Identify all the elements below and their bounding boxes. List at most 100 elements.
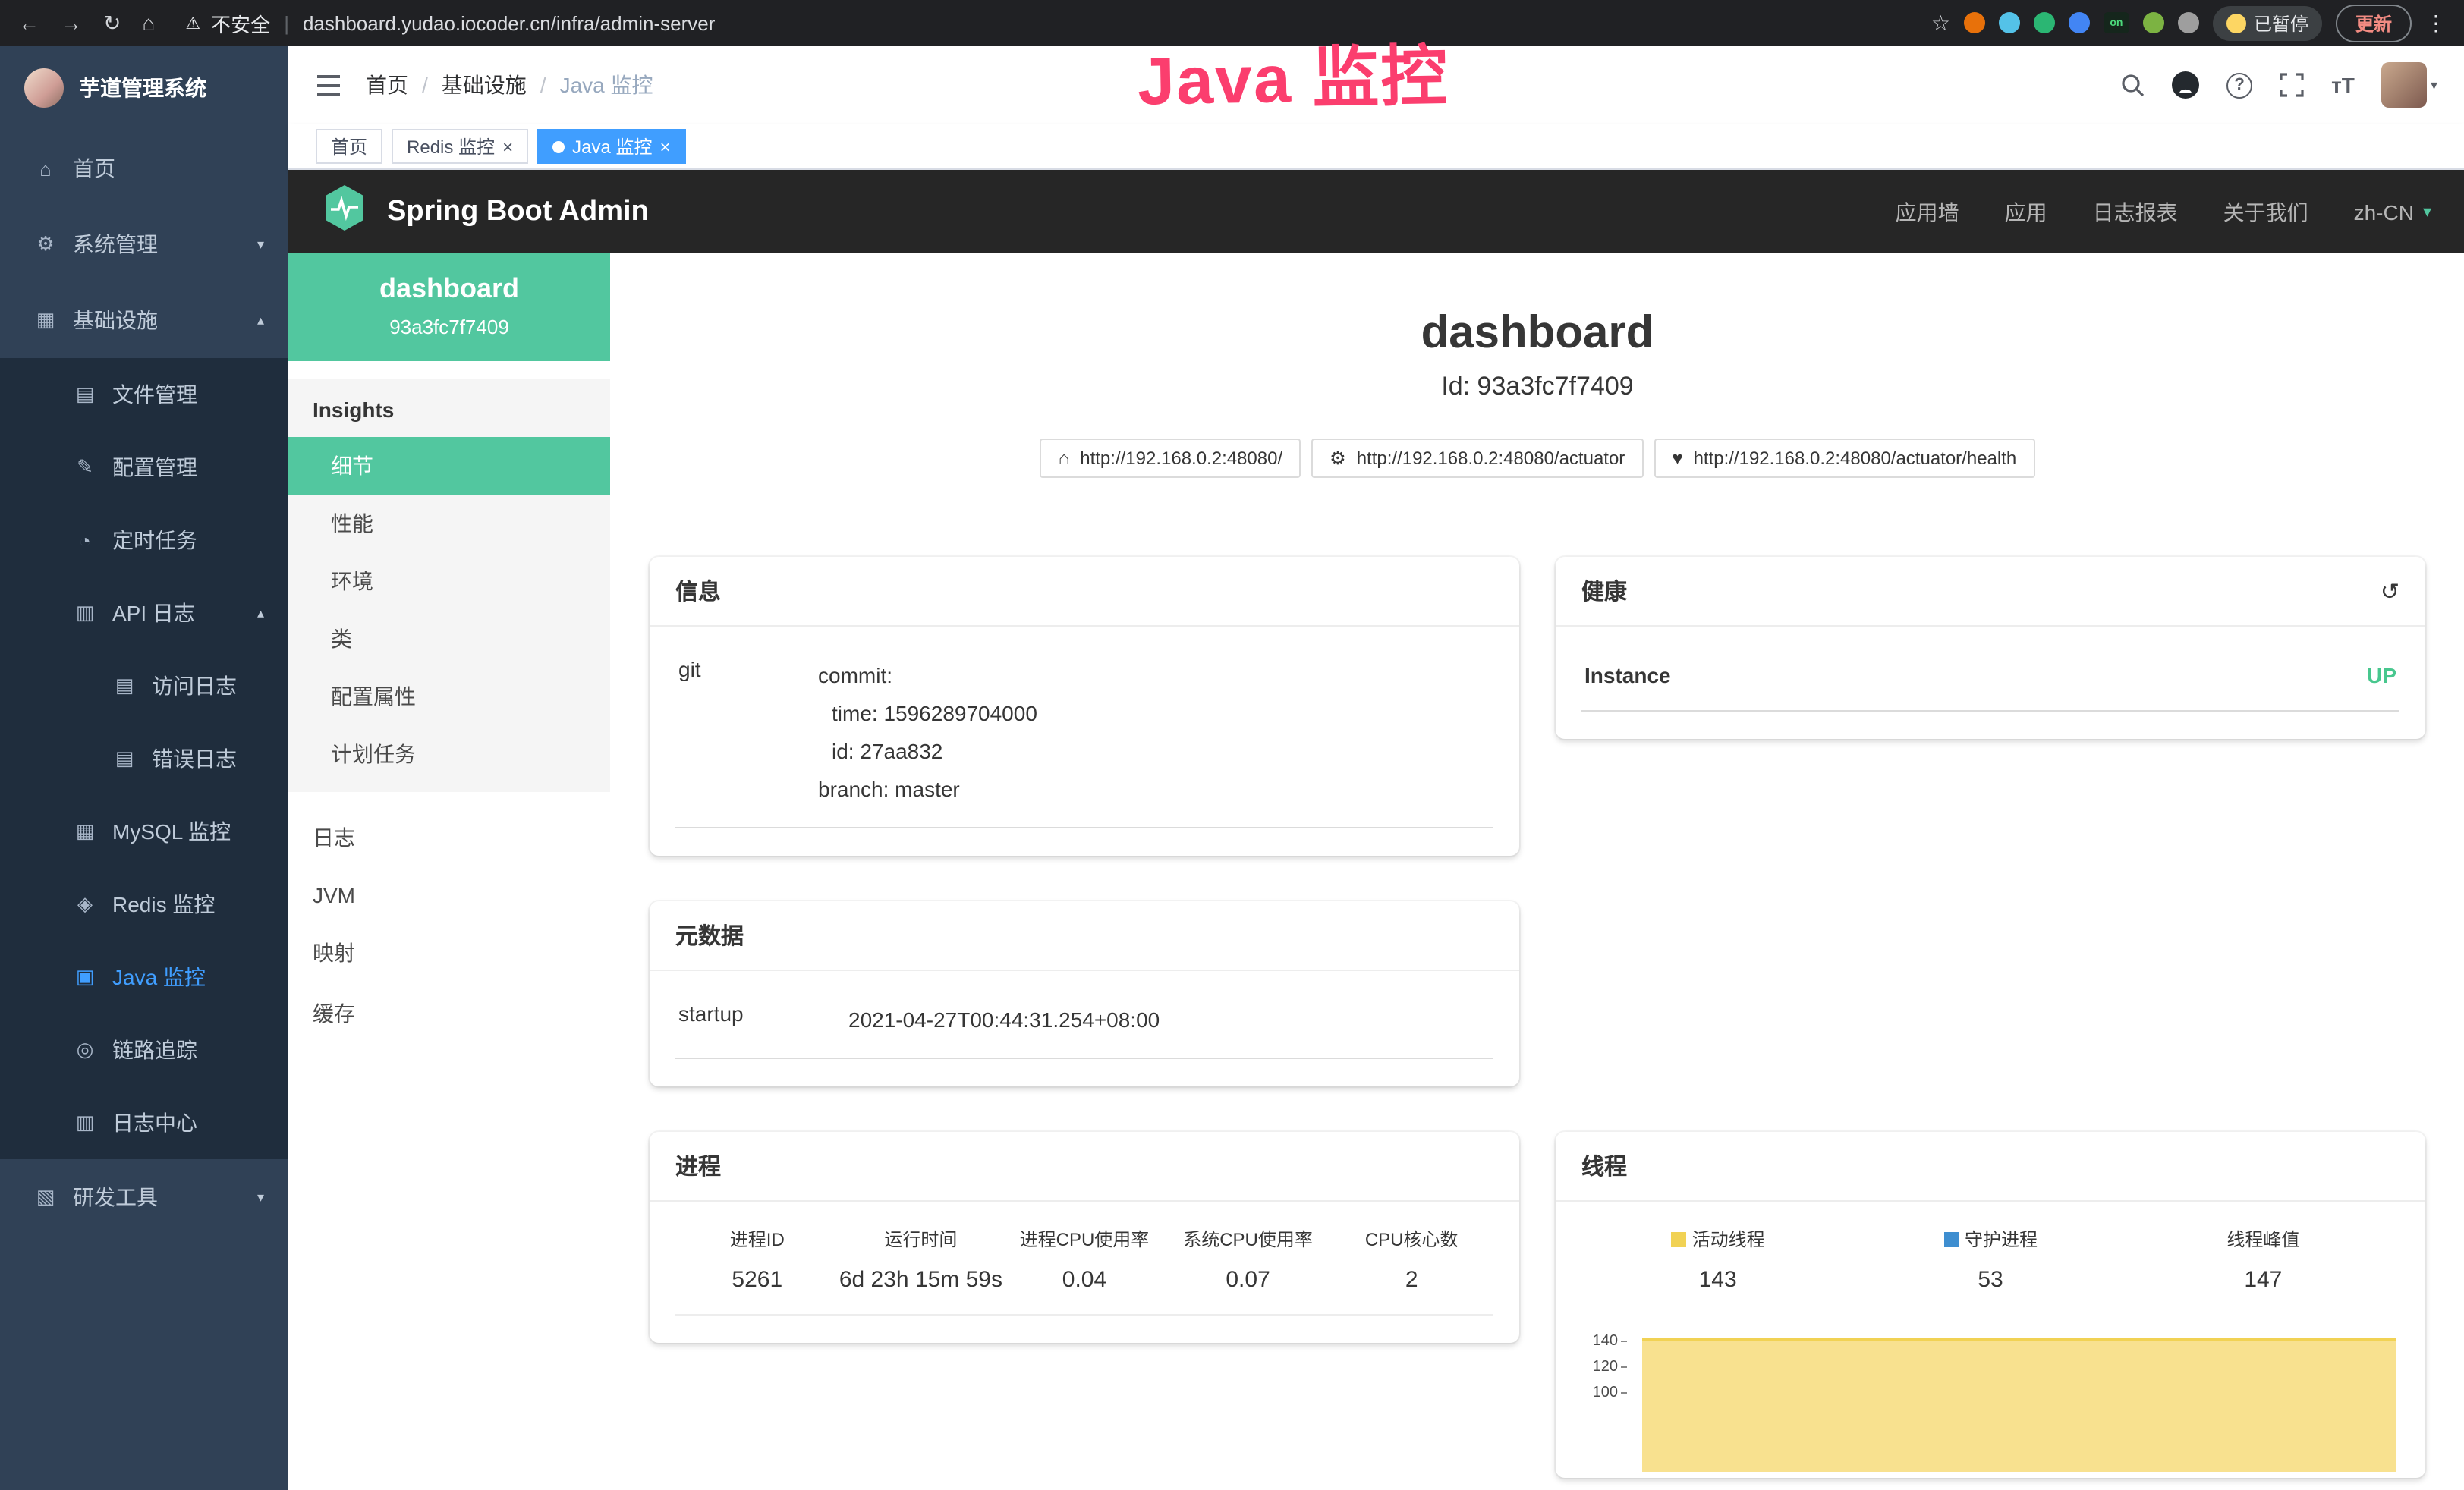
sba-item-details[interactable]: 细节 bbox=[288, 437, 610, 495]
sidebar-item-api-logs[interactable]: ▥ API 日志 ▴ bbox=[0, 577, 288, 649]
browser-toolbar-right: ☆ on 已暂停 更新 ⋮ bbox=[1931, 4, 2447, 42]
sba-item-jvm[interactable]: JVM bbox=[288, 868, 610, 923]
help-icon[interactable]: ? bbox=[2226, 72, 2252, 98]
update-button[interactable]: 更新 bbox=[2336, 4, 2412, 42]
tab-redis-monitor[interactable]: Redis 监控 × bbox=[392, 129, 528, 164]
sidebar-item-error-logs[interactable]: ▤ 错误日志 bbox=[0, 722, 288, 795]
sidebar-item-log-center[interactable]: ▥ 日志中心 bbox=[0, 1086, 288, 1159]
sidebar-item-infrastructure[interactable]: ▦ 基础设施 ▴ bbox=[0, 282, 288, 358]
breadcrumb-home[interactable]: 首页 bbox=[366, 70, 442, 100]
github-icon[interactable] bbox=[2172, 71, 2199, 99]
extension-icon-3[interactable] bbox=[2034, 12, 2055, 33]
live-threads-area bbox=[1642, 1338, 2396, 1472]
sba-item-environment[interactable]: 环境 bbox=[288, 552, 610, 610]
chevron-down-icon: ▾ bbox=[2423, 202, 2431, 222]
sidebar-item-mysql-monitor[interactable]: ▦ MySQL 监控 bbox=[0, 795, 288, 868]
paused-badge[interactable]: 已暂停 bbox=[2213, 5, 2322, 40]
process-card-body: 进程ID 5261 运行时间 6d 23h 15m 59s bbox=[650, 1202, 1519, 1343]
tab-java-monitor[interactable]: Java 监控 × bbox=[537, 129, 685, 164]
live-threads-legend-icon bbox=[1671, 1231, 1686, 1246]
tags-view: 首页 Redis 监控 × Java 监控 × bbox=[288, 124, 2464, 170]
service-url-link[interactable]: ⌂ http://192.168.0.2:48080/ bbox=[1040, 439, 1301, 478]
security-warning-icon: ⚠ bbox=[185, 13, 200, 33]
font-size-icon[interactable]: тT bbox=[2331, 73, 2355, 97]
address-bar[interactable]: ⚠ 不安全 | dashboard.yudao.iocoder.cn/infra… bbox=[185, 8, 1912, 37]
threads-card: 线程 活动线程 1 bbox=[1556, 1132, 2425, 1478]
app-logo[interactable]: 芋道管理系统 bbox=[0, 46, 288, 130]
trace-icon: ◎ bbox=[73, 1038, 97, 1062]
card-title: 健康 bbox=[1581, 575, 1627, 607]
sba-item-classes[interactable]: 类 bbox=[288, 610, 610, 668]
sidebar-item-access-logs[interactable]: ▤ 访问日志 bbox=[0, 649, 288, 722]
user-avatar[interactable]: ▾ bbox=[2382, 62, 2437, 108]
threads-card-body: 活动线程 143 守护进程 bbox=[1556, 1202, 2425, 1478]
sba-item-performance[interactable]: 性能 bbox=[288, 495, 610, 552]
sidebar-item-label: 研发工具 bbox=[73, 1182, 158, 1212]
sidebar-item-file-management[interactable]: ▤ 文件管理 bbox=[0, 358, 288, 431]
sba-nav-journal[interactable]: 日志报表 bbox=[2093, 196, 2178, 227]
extension-icon-5[interactable] bbox=[2143, 12, 2164, 33]
threads-card-header: 线程 bbox=[1556, 1132, 2425, 1202]
extension-icon-2[interactable] bbox=[1999, 12, 2020, 33]
sidebar-item-scheduled-tasks[interactable]: ◔ 定时任务 bbox=[0, 504, 288, 577]
bookmark-star-icon[interactable]: ☆ bbox=[1931, 10, 1950, 36]
sidebar-item-label: 访问日志 bbox=[152, 671, 237, 701]
spring-boot-admin: Spring Boot Admin 应用墙 应用 日志报表 关于我们 zh-CN… bbox=[288, 170, 2464, 1490]
avatar-image bbox=[2382, 62, 2428, 108]
sidebar-item-config-management[interactable]: ✎ 配置管理 bbox=[0, 431, 288, 504]
sba-nav-applications[interactable]: 应用 bbox=[2005, 196, 2047, 227]
sba-logo-icon[interactable] bbox=[322, 184, 367, 240]
on-badge-icon[interactable]: on bbox=[2104, 12, 2129, 33]
annotation-text: Java 监控 bbox=[1137, 21, 1449, 124]
back-icon[interactable]: ← bbox=[18, 11, 39, 35]
search-icon[interactable] bbox=[2120, 73, 2145, 97]
fullscreen-icon[interactable] bbox=[2280, 73, 2304, 97]
sba-item-logs[interactable]: 日志 bbox=[288, 807, 610, 868]
instance-header[interactable]: dashboard 93a3fc7f7409 bbox=[288, 253, 610, 361]
health-url-link[interactable]: ♥ http://192.168.0.2:48080/actuator/heal… bbox=[1654, 439, 2034, 478]
app: 芋道管理系统 ⌂ 首页 ⚙ 系统管理 ▾ ▦ 基础设施 ▴ bbox=[0, 46, 2464, 1490]
timer-icon: ◔ bbox=[73, 529, 97, 552]
url-text[interactable]: dashboard.yudao.iocoder.cn/infra/admin-s… bbox=[303, 11, 715, 34]
close-icon[interactable]: × bbox=[659, 137, 670, 156]
sidebar-item-dev-tools[interactable]: ▧ 研发工具 ▾ bbox=[0, 1159, 288, 1235]
sba-root-items: 日志 JVM 映射 缓存 bbox=[288, 807, 610, 1044]
sba-brand[interactable]: Spring Boot Admin bbox=[387, 195, 649, 228]
reload-icon[interactable]: ↻ bbox=[103, 10, 121, 36]
app-title: 芋道管理系统 bbox=[79, 73, 206, 103]
sidebar-item-home[interactable]: ⌂ 首页 bbox=[0, 130, 288, 206]
hamburger-icon[interactable] bbox=[316, 74, 341, 96]
sba-item-config-props[interactable]: 配置属性 bbox=[288, 668, 610, 725]
chevron-up-icon: ▴ bbox=[257, 605, 264, 621]
sidebar-item-java-monitor[interactable]: ▣ Java 监控 bbox=[0, 941, 288, 1014]
extension-icon-6[interactable] bbox=[2178, 12, 2199, 33]
sba-item-scheduled-tasks[interactable]: 计划任务 bbox=[288, 725, 610, 783]
threads-stats: 活动线程 143 守护进程 bbox=[1581, 1226, 2399, 1314]
actuator-url-link[interactable]: ⚙ http://192.168.0.2:48080/actuator bbox=[1311, 439, 1643, 478]
locale-selector[interactable]: zh-CN ▾ bbox=[2354, 200, 2431, 224]
sba-nav-about[interactable]: 关于我们 bbox=[2223, 196, 2308, 227]
history-icon[interactable]: ↺ bbox=[2381, 577, 2399, 605]
extension-icon-4[interactable] bbox=[2069, 12, 2090, 33]
forward-icon[interactable]: → bbox=[61, 11, 82, 35]
metadata-card-header: 元数据 bbox=[650, 901, 1519, 971]
sba-item-mappings[interactable]: 映射 bbox=[288, 923, 610, 983]
y-axis-tick: 140 bbox=[1581, 1333, 1627, 1350]
close-icon[interactable]: × bbox=[502, 137, 513, 156]
sba-nav-wallboard[interactable]: 应用墙 bbox=[1896, 196, 1959, 227]
sidebar-item-trace[interactable]: ◎ 链路追踪 bbox=[0, 1014, 288, 1086]
extension-icon-1[interactable] bbox=[1964, 12, 1985, 33]
tab-home[interactable]: 首页 bbox=[316, 129, 382, 164]
git-time-line: time: 1596289704000 bbox=[818, 695, 1490, 733]
sidebar-item-system-management[interactable]: ⚙ 系统管理 ▾ bbox=[0, 206, 288, 282]
sba-item-caches[interactable]: 缓存 bbox=[288, 983, 610, 1044]
sidebar: 芋道管理系统 ⌂ 首页 ⚙ 系统管理 ▾ ▦ 基础设施 ▴ bbox=[0, 46, 288, 1490]
health-instance-row[interactable]: Instance UP bbox=[1581, 651, 2399, 712]
sidebar-item-label: 定时任务 bbox=[112, 525, 197, 555]
sidebar-item-redis-monitor[interactable]: ◈ Redis 监控 bbox=[0, 868, 288, 941]
browser-menu-icon[interactable]: ⋮ bbox=[2425, 10, 2447, 36]
startup-row: startup 2021-04-27T00:44:31.254+08:00 bbox=[675, 995, 1493, 1059]
sidebar-item-label: Redis 监控 bbox=[112, 889, 215, 919]
breadcrumb-infrastructure[interactable]: 基础设施 bbox=[442, 70, 560, 100]
browser-home-icon[interactable]: ⌂ bbox=[142, 11, 155, 35]
